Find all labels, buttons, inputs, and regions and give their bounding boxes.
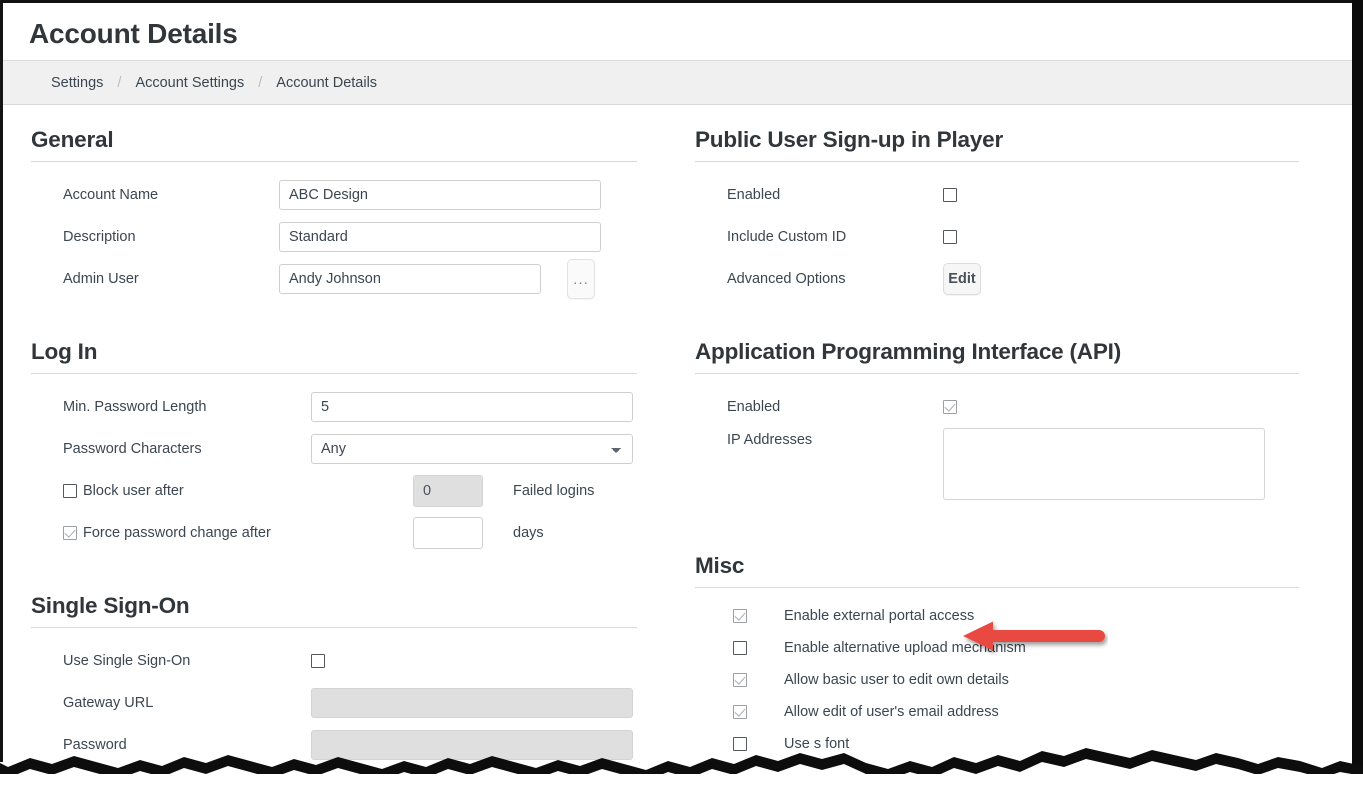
breadcrumb-item-settings[interactable]: Settings [51, 75, 103, 91]
section-public-signup: Public User Sign-up in Player Enabled In… [695, 127, 1299, 300]
field-row-advanced-options: Advanced Options Edit [695, 258, 1299, 300]
sso-password-input[interactable] [311, 730, 633, 760]
force-password-change-days-input[interactable] [413, 517, 483, 549]
suffix-days: days [513, 525, 544, 541]
section-title-single-sign-on: Single Sign-On [31, 593, 637, 628]
suffix-failed-logins: Failed logins [513, 483, 595, 499]
section-title-general: General [31, 127, 637, 162]
torn-edge-white-base [0, 774, 1363, 798]
section-api: Application Programming Interface (API) … [695, 339, 1299, 514]
password-characters-select[interactable]: Any [311, 434, 633, 464]
misc-checkbox-list: Enable external portal access Enable alt… [695, 588, 1299, 760]
label-gateway-url: Gateway URL [63, 695, 154, 711]
use-single-sign-on-checkbox[interactable] [311, 654, 325, 668]
right-column: Public User Sign-up in Player Enabled In… [665, 127, 1327, 798]
field-row-api-enabled: Enabled [695, 386, 1299, 428]
breadcrumb-separator: / [258, 74, 263, 91]
misc-label: Enable external portal access [784, 608, 975, 624]
field-row-password-characters: Password Characters Any [31, 428, 637, 470]
label-include-custom-id: Include Custom ID [727, 229, 847, 245]
breadcrumb-item-account-settings[interactable]: Account Settings [135, 75, 244, 91]
field-row-admin-user: Admin User ... [31, 258, 637, 300]
misc-checkbox-alt-upload[interactable] [733, 641, 747, 655]
section-general: General Account Name Description Admin U… [31, 127, 637, 300]
label-use-single-sign-on: Use Single Sign-On [63, 653, 191, 669]
force-password-change-checkbox[interactable] [63, 526, 77, 540]
misc-label: Allow basic user to edit own details [784, 672, 1009, 688]
misc-item: Allow edit of user's email address [695, 696, 1299, 728]
page-title: Account Details [29, 18, 238, 49]
misc-checkbox-edit-email[interactable] [733, 705, 747, 719]
account-name-input[interactable] [279, 180, 601, 210]
label-advanced-options: Advanced Options [727, 271, 846, 287]
label-force-password-change: Force password change after [83, 525, 271, 541]
misc-item: Allow basic user to edit own details [695, 664, 1299, 696]
advanced-options-edit-button[interactable]: Edit [943, 263, 981, 295]
misc-item: Use s font [695, 728, 1299, 760]
field-row-use-single-sign-on: Use Single Sign-On [31, 640, 637, 682]
label-password-characters: Password Characters [63, 441, 202, 457]
description-input[interactable] [279, 222, 601, 252]
misc-checkbox-edit-own-details[interactable] [733, 673, 747, 687]
label-ip-addresses: IP Addresses [727, 432, 813, 448]
field-row-block-user-after: Block user after Failed logins [31, 470, 637, 512]
misc-item: Enable alternative upload mechanism [695, 632, 1299, 664]
field-row-sso-password: Password [31, 724, 637, 766]
misc-label: Allow edit of user's email address [784, 704, 999, 720]
ip-addresses-textarea[interactable] [943, 428, 1265, 500]
include-custom-id-checkbox[interactable] [943, 230, 957, 244]
section-log-in: Log In Min. Password Length Password Cha… [31, 339, 637, 554]
breadcrumb-separator: / [117, 74, 122, 91]
breadcrumb: Settings / Account Settings / Account De… [3, 61, 1352, 105]
misc-item: Enable external portal access [695, 600, 1299, 632]
field-row-account-name: Account Name [31, 174, 637, 216]
content-area: General Account Name Description Admin U… [3, 105, 1352, 798]
label-sso-password: Password [63, 737, 127, 753]
label-admin-user: Admin User [63, 271, 139, 287]
signup-enabled-checkbox[interactable] [943, 188, 957, 202]
field-row-min-password-length: Min. Password Length [31, 386, 637, 428]
misc-checkbox-external-portal[interactable] [733, 609, 747, 623]
left-column: General Account Name Description Admin U… [3, 127, 665, 798]
admin-user-browse-button[interactable]: ... [567, 259, 595, 299]
misc-label: Enable alternative upload mechanism [784, 640, 1026, 656]
api-enabled-checkbox[interactable] [943, 400, 957, 414]
field-row-description: Description [31, 216, 637, 258]
section-title-log-in: Log In [31, 339, 637, 374]
section-single-sign-on: Single Sign-On Use Single Sign-On Gatewa… [31, 593, 637, 798]
label-signup-enabled: Enabled [727, 187, 781, 203]
field-row-force-password-change: Force password change after days [31, 512, 637, 554]
screenshot-root: Account Details Settings / Account Setti… [0, 0, 1363, 798]
section-title-public-signup: Public User Sign-up in Player [695, 127, 1299, 162]
title-bar: Account Details [3, 3, 1352, 61]
block-user-after-checkbox[interactable] [63, 484, 77, 498]
section-title-api: Application Programming Interface (API) [695, 339, 1299, 374]
label-api-enabled: Enabled [727, 399, 781, 415]
misc-checkbox-use-font[interactable] [733, 737, 747, 751]
misc-label: Use s font [784, 736, 850, 752]
field-row-include-custom-id: Include Custom ID [695, 216, 1299, 258]
window-frame-right [1352, 0, 1363, 770]
label-block-user-after: Block user after [83, 483, 184, 499]
breadcrumb-item-account-details: Account Details [276, 74, 378, 91]
section-title-misc: Misc [695, 553, 1299, 588]
field-row-gateway-url: Gateway URL [31, 682, 637, 724]
label-description: Description [63, 229, 136, 245]
section-misc: Misc Enable external portal access Enabl… [695, 553, 1299, 760]
field-row-ip-addresses: IP Addresses [695, 428, 1299, 514]
label-min-password-length: Min. Password Length [63, 399, 207, 415]
label-account-name: Account Name [63, 187, 159, 203]
block-user-after-input[interactable] [413, 475, 483, 507]
field-row-signup-enabled: Enabled [695, 174, 1299, 216]
min-password-length-input[interactable] [311, 392, 633, 422]
gateway-url-input[interactable] [311, 688, 633, 718]
admin-user-input[interactable] [279, 264, 541, 294]
page-body: Account Details Settings / Account Setti… [3, 3, 1352, 795]
